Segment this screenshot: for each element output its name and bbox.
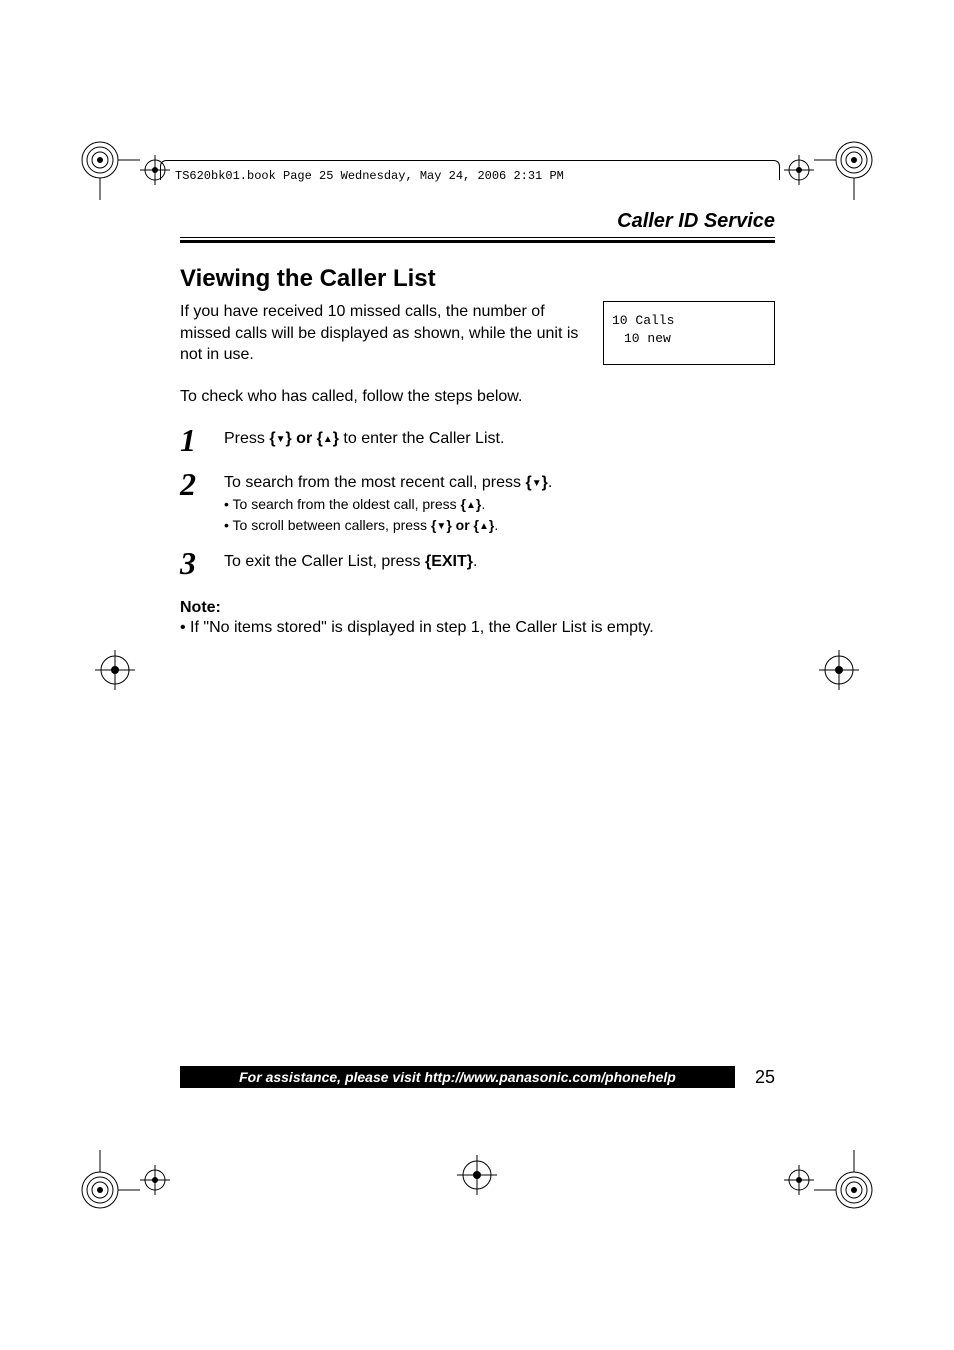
step-sub-1: • To search from the oldest call, press … bbox=[224, 495, 775, 514]
step-3: 3 To exit the Caller List, press {EXIT}. bbox=[180, 547, 775, 579]
section-label: Caller ID Service bbox=[180, 210, 775, 233]
crosshair-icon bbox=[784, 1165, 814, 1195]
registration-target-icon bbox=[457, 1155, 497, 1195]
step-1: 1 Press {▼} or {▲} to enter the Caller L… bbox=[180, 424, 775, 456]
key-exit: {EXIT} bbox=[425, 553, 473, 570]
footer-assistance-bar: For assistance, please visit http://www.… bbox=[180, 1066, 735, 1088]
step-number: 3 bbox=[180, 547, 206, 579]
lcd-display-example: 10 Calls 10 new bbox=[603, 301, 775, 365]
note-item: • If "No items stored" is displayed in s… bbox=[180, 619, 775, 637]
note-label: Note: bbox=[180, 599, 775, 617]
reg-mark-bottom-right bbox=[814, 1150, 874, 1210]
page-number: 25 bbox=[755, 1067, 775, 1088]
registration-target-icon bbox=[819, 650, 859, 690]
step-body: To search from the most recent call, pre… bbox=[224, 468, 775, 535]
header-frame bbox=[160, 160, 780, 180]
reg-mark-top-right bbox=[814, 140, 874, 200]
divider bbox=[180, 237, 775, 238]
lcd-line-1: 10 Calls bbox=[612, 312, 766, 330]
page-heading: Viewing the Caller List bbox=[180, 265, 775, 293]
page-content: Caller ID Service Viewing the Caller Lis… bbox=[180, 210, 775, 637]
step-body: To exit the Caller List, press {EXIT}. bbox=[224, 547, 775, 579]
key-up: {▲} bbox=[461, 496, 482, 512]
step-number: 2 bbox=[180, 468, 206, 535]
divider-thick bbox=[180, 240, 775, 243]
lcd-line-2: 10 new bbox=[612, 330, 766, 348]
crosshair-icon bbox=[140, 1165, 170, 1195]
crosshair-icon bbox=[784, 155, 814, 185]
reg-mark-top-left bbox=[80, 140, 140, 200]
key-down-up: {▼} or {▲} bbox=[431, 517, 494, 533]
step-number: 1 bbox=[180, 424, 206, 456]
reg-mark-bottom-left bbox=[80, 1150, 140, 1210]
step-2: 2 To search from the most recent call, p… bbox=[180, 468, 775, 535]
key-down: {▼} bbox=[525, 474, 547, 491]
note-block: Note: • If "No items stored" is displaye… bbox=[180, 599, 775, 637]
step-sub-2: • To scroll between callers, press {▼} o… bbox=[224, 516, 775, 535]
key-down-up: {▼} or {▲} bbox=[269, 430, 339, 447]
intro-paragraph: If you have received 10 missed calls, th… bbox=[180, 301, 591, 366]
registration-target-icon bbox=[95, 650, 135, 690]
steps-list: 1 Press {▼} or {▲} to enter the Caller L… bbox=[180, 424, 775, 579]
page-footer: For assistance, please visit http://www.… bbox=[180, 1066, 775, 1088]
step-body: Press {▼} or {▲} to enter the Caller Lis… bbox=[224, 424, 775, 456]
instruction-line: To check who has called, follow the step… bbox=[180, 388, 775, 406]
